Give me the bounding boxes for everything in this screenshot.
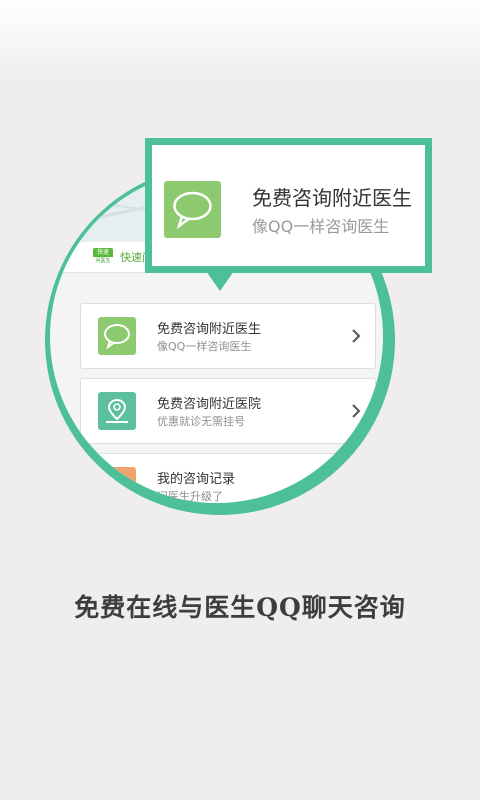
record-icon <box>98 467 136 503</box>
menu-item-consult-doctor[interactable]: 免费咨询附近医生 像QQ一样咨询医生 <box>80 303 376 369</box>
app-logo: 快速 问医生 <box>93 248 113 266</box>
highlight-callout: 免费咨询附近医生 像QQ一样咨询医生 <box>145 138 432 273</box>
menu-item-subtitle: 优惠就诊无需挂号 <box>157 415 245 428</box>
menu-item-consult-history[interactable]: 我的咨询记录 问医生升级了 <box>80 453 376 503</box>
menu-item-subtitle: 像QQ一样咨询医生 <box>157 340 252 353</box>
app-logo-bottom: 问医生 <box>95 258 111 264</box>
callout-pointer <box>206 271 234 291</box>
callout-content: 免费咨询附近医生 像QQ一样咨询医生 <box>152 145 425 266</box>
app-logo-top: 快速 <box>93 248 113 257</box>
menu-item-title: 免费咨询附近医生 <box>157 322 262 337</box>
chat-bubble-icon <box>164 181 221 238</box>
menu-item-title: 免费咨询附近医院 <box>157 397 262 412</box>
map-pin-icon <box>98 392 136 430</box>
chevron-right-icon <box>352 329 361 343</box>
promo-tagline: 免费在线与医生QQ聊天咨询 <box>74 593 406 622</box>
chevron-right-icon <box>352 404 361 418</box>
menu-item-title: 我的咨询记录 <box>157 472 236 487</box>
chat-bubble-icon <box>98 317 136 355</box>
background-fade <box>0 0 480 80</box>
menu-item-subtitle: 问医生升级了 <box>157 490 223 503</box>
callout-subtitle: 像QQ一样咨询医生 <box>252 217 390 236</box>
callout-title: 免费咨询附近医生 <box>252 186 412 210</box>
menu-item-consult-hospital[interactable]: 免费咨询附近医院 优惠就诊无需挂号 <box>80 378 376 444</box>
